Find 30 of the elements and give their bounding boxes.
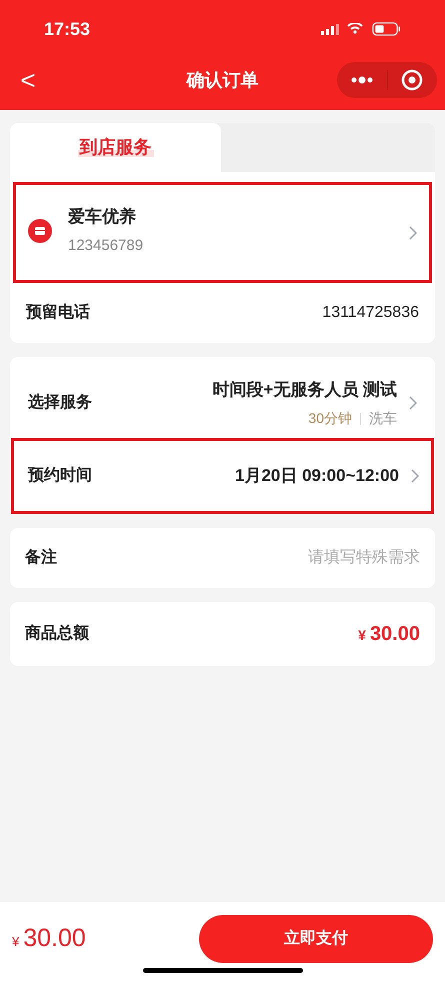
appointment-row[interactable]: 预约时间 1月20日 09:00~12:00 [11,438,434,514]
chevron-right-icon [409,226,417,240]
signal-icon [321,23,339,35]
remark-label: 备注 [25,547,57,568]
page-title: 确认订单 [186,68,258,92]
store-name: 爱车优养 [68,206,137,228]
appointment-label: 预约时间 [28,466,92,486]
back-button[interactable]: < [16,67,40,93]
tab[interactable]: 到店服务 [10,123,221,172]
phone-value: 13114725836 [322,303,419,323]
total-label: 商品总额 [25,623,89,644]
store-code: 123456789 [68,236,144,256]
duration-text: 30分钟 [308,409,352,428]
battery-icon [371,22,401,36]
service-label: 选择服务 [28,392,92,413]
remark-field[interactable]: 请填写特殊需求 [200,546,420,570]
total-amount: ¥ 30.00 [358,622,420,647]
service-name: 时间段+无服务人员 测试 [212,378,397,401]
category-text: 洗车 [369,409,397,428]
phone-label: 预留电话 [26,302,90,323]
chevron-right-icon [411,469,419,483]
status-time: 17:53 [44,18,90,40]
service-row[interactable]: 选择服务 时间段+无服务人员 测试 30分钟 洗车 [13,369,432,437]
wifi-icon [347,23,363,35]
store-row[interactable]: 爱车优养 123456789 [13,182,432,283]
appointment-time: 1月20日 09:00~12:00 [235,465,399,488]
footer-total: ¥ 30.00 [12,923,86,954]
pay-button[interactable]: 立即支付 [199,915,433,963]
chevron-right-icon [409,396,417,410]
shop-icon [28,218,52,242]
